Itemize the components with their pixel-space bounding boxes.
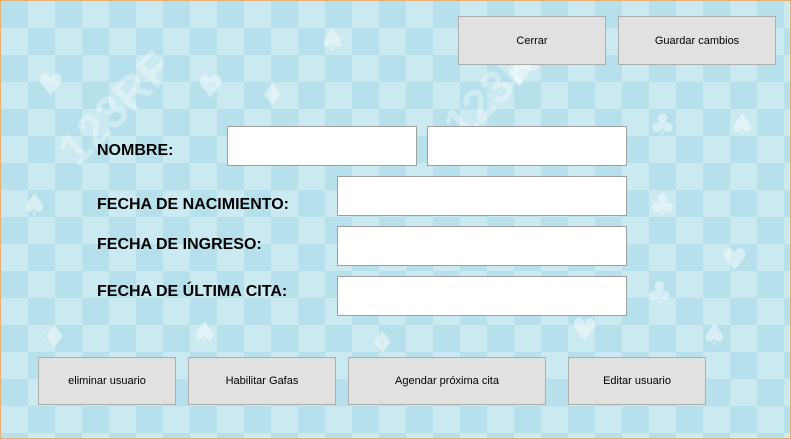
heart-icon: ♥ — [37, 68, 64, 103]
enable-glasses-button[interactable]: Habilitar Gafas — [188, 357, 336, 405]
diamond-icon: ♦ — [259, 78, 286, 113]
spade-icon: ♠ — [729, 108, 756, 143]
admission-date-field[interactable] — [337, 226, 627, 266]
birth-date-field[interactable] — [337, 176, 627, 216]
edit-user-button[interactable]: Editar usuario — [568, 357, 706, 405]
spade-icon: ♠ — [319, 23, 346, 58]
heart-icon: ♥ — [571, 313, 598, 348]
name-label: NOMBRE: — [97, 142, 174, 159]
club-icon: ♣ — [649, 188, 676, 223]
heart-icon: ♥ — [197, 70, 224, 105]
club-icon: ♣ — [646, 276, 673, 311]
user-edit-window: ♠ ♥ ♦ ♥ ♣ ♠ ♠ ♣ ♥ ♣ ♦ ♠ ♥ ♠ ♦ ♥ 123RF 12… — [0, 0, 791, 439]
spade-icon: ♠ — [701, 318, 728, 353]
admission-date-label: FECHA DE INGRESO: — [97, 236, 262, 253]
first-name-field[interactable] — [227, 126, 417, 166]
close-button[interactable]: Cerrar — [458, 16, 606, 65]
club-icon: ♣ — [649, 108, 676, 143]
birth-date-label: FECHA DE NACIMIENTO: — [97, 196, 289, 213]
last-appointment-label: FECHA DE ÚLTIMA CITA: — [97, 283, 288, 300]
last-name-field[interactable] — [427, 126, 627, 166]
schedule-next-appointment-button[interactable]: Agendar próxima cita — [348, 357, 546, 405]
spade-icon: ♠ — [21, 188, 48, 223]
spade-icon: ♠ — [191, 316, 218, 351]
diamond-icon: ♦ — [41, 320, 68, 355]
save-changes-button[interactable]: Guardar cambios — [618, 16, 776, 65]
delete-user-button[interactable]: eliminar usuario — [38, 357, 176, 405]
heart-icon: ♥ — [721, 243, 748, 278]
diamond-icon: ♦ — [369, 326, 396, 361]
last-appointment-field[interactable] — [337, 276, 627, 316]
